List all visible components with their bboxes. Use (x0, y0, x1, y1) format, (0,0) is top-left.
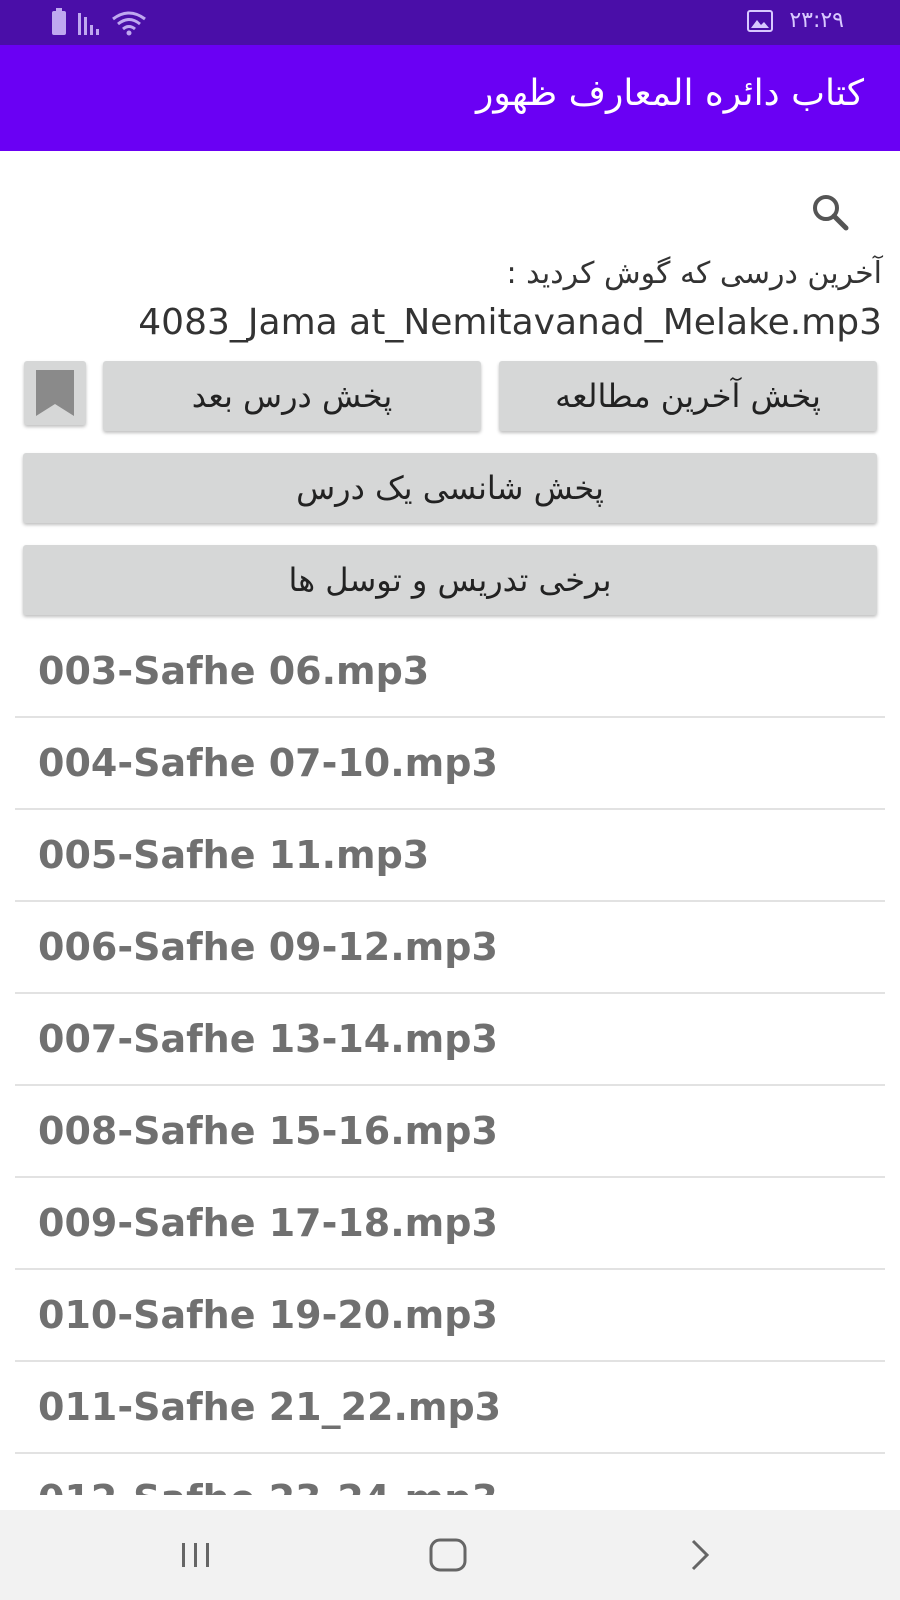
search-icon (813, 195, 849, 231)
status-icons-left (52, 8, 147, 36)
list-item[interactable]: 004-Safhe 07-10.mp3 (15, 718, 885, 810)
last-listened-file: 4083_Jama at_Nemitavanad_Melake.mp3 (138, 302, 882, 343)
signal-icon (78, 11, 99, 35)
teachings-and-prayers-button[interactable]: برخی تدریس و توسل ها (23, 545, 877, 615)
back-icon (691, 1539, 710, 1571)
list-item[interactable]: 007-Safhe 13-14.mp3 (15, 994, 885, 1086)
play-random-lesson-button[interactable]: پخش شانسی یک درس (23, 453, 877, 523)
recents-icon (182, 1543, 209, 1567)
app-bar: کتاب دائره المعارف ظهور (0, 45, 900, 151)
list-item[interactable]: 012-Safhe 23-24.mp3 (15, 1454, 885, 1495)
status-bar: ۲۳:۲۹ (0, 0, 900, 45)
recents-button[interactable] (166, 1530, 226, 1580)
last-listened-label: آخرین درسی که گوش کردید : (506, 256, 882, 291)
list-item[interactable]: 006-Safhe 09-12.mp3 (15, 902, 885, 994)
back-button[interactable] (670, 1530, 730, 1580)
status-icons-right: ۲۳:۲۹ (747, 8, 844, 33)
bookmark-icon (36, 370, 74, 416)
image-icon (747, 9, 774, 32)
bookmark-button[interactable] (24, 361, 86, 425)
battery-icon (52, 8, 66, 35)
list-item[interactable]: 008-Safhe 15-16.mp3 (15, 1086, 885, 1178)
home-icon (429, 1538, 467, 1572)
search-button[interactable] (806, 188, 856, 238)
list-item[interactable]: 005-Safhe 11.mp3 (15, 810, 885, 902)
navigation-bar (0, 1510, 900, 1600)
file-list[interactable]: 003-Safhe 06.mp3 004-Safhe 07-10.mp3 005… (15, 626, 885, 1495)
list-item[interactable]: 009-Safhe 17-18.mp3 (15, 1178, 885, 1270)
status-time: ۲۳:۲۹ (789, 8, 844, 33)
list-item[interactable]: 003-Safhe 06.mp3 (15, 626, 885, 718)
home-button[interactable] (418, 1530, 478, 1580)
app-title: کتاب دائره المعارف ظهور (475, 73, 864, 114)
list-item[interactable]: 010-Safhe 19-20.mp3 (15, 1270, 885, 1362)
play-next-lesson-button[interactable]: پخش درس بعد (103, 361, 481, 431)
wifi-icon (112, 11, 146, 36)
list-item[interactable]: 011-Safhe 21_22.mp3 (15, 1362, 885, 1454)
play-last-study-button[interactable]: پخش آخرین مطالعه (499, 361, 877, 431)
